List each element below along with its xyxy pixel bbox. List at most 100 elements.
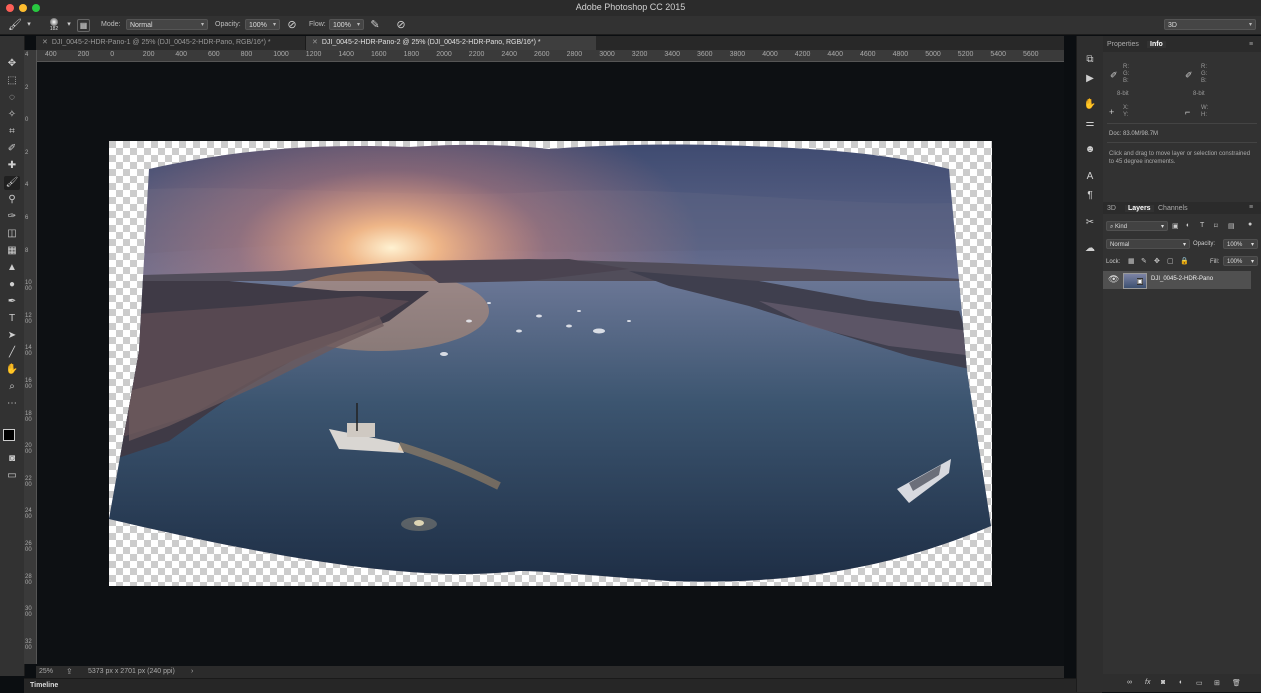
document-canvas[interactable] xyxy=(109,141,992,586)
share-icon[interactable]: ⇪ xyxy=(66,667,73,676)
foreground-color-swatch[interactable] xyxy=(3,429,15,441)
status-chevron-right-icon[interactable]: › xyxy=(191,668,193,675)
actions-play-icon[interactable]: ▶ xyxy=(1083,72,1097,86)
layer-filter-select[interactable]: ⌕ Kind ▾ xyxy=(1106,221,1168,231)
tools-icon[interactable]: ✂ xyxy=(1083,216,1097,230)
mode-select[interactable]: Normal ▾ xyxy=(126,19,208,30)
pressure-opacity-icon[interactable]: ⊘ xyxy=(285,18,299,32)
tab-info[interactable]: Info xyxy=(1147,41,1166,48)
flow-input[interactable]: 100% ▾ xyxy=(329,19,364,30)
type-tool-icon[interactable]: T xyxy=(4,312,20,326)
pressure-size-icon[interactable]: ⊘ xyxy=(394,18,408,32)
panel-menu-icon[interactable]: ≡ xyxy=(1249,41,1253,48)
gradient-tool-icon[interactable]: ▦ xyxy=(4,244,20,258)
new-layer-icon[interactable]: ⊞ xyxy=(1214,679,1220,687)
opacity-input[interactable]: 100% ▾ xyxy=(245,19,280,30)
crop-tool-icon[interactable]: ⌗ xyxy=(4,125,20,139)
hand-tool-icon[interactable]: ✋ xyxy=(4,363,20,377)
quick-selection-tool-icon[interactable]: ✧ xyxy=(4,108,20,122)
close-tab-icon[interactable]: ✕ xyxy=(312,39,318,46)
pen-tool-icon[interactable]: ✒ xyxy=(4,295,20,309)
lock-artboard-icon[interactable]: ▢ xyxy=(1167,257,1174,265)
close-tab-icon[interactable]: ✕ xyxy=(42,39,48,46)
lock-transparent-icon[interactable]: ▦ xyxy=(1128,257,1135,265)
airbrush-icon[interactable]: ✎ xyxy=(368,18,382,32)
history-icon[interactable]: ⧉ xyxy=(1083,53,1097,67)
ruler-tick-label: 2 xyxy=(25,149,29,156)
add-mask-icon[interactable]: ◙ xyxy=(1161,679,1165,686)
brush-tool-preset-icon[interactable]: 🖌 xyxy=(8,18,22,32)
filter-type-icon[interactable]: T xyxy=(1200,222,1204,229)
ruler-tick-label: 3000 xyxy=(25,606,32,619)
trash-icon[interactable]: 🗑 xyxy=(1232,679,1241,687)
info-panel-tabs: Properties Info ≡ xyxy=(1103,36,1261,52)
clone-stamp-tool-icon[interactable]: ⚲ xyxy=(4,193,20,207)
screen-mode-icon[interactable]: ▭ xyxy=(4,469,20,483)
paragraph-icon[interactable]: ¶ xyxy=(1083,189,1097,203)
tab-document-1[interactable]: ✕ DJI_0045-2-HDR-Pano-1 @ 25% (DJI_0045-2… xyxy=(36,36,306,50)
blend-mode-select[interactable]: Normal ▾ xyxy=(1106,239,1190,249)
brush-preset-picker[interactable]: 182 xyxy=(47,18,61,32)
filter-shape-icon[interactable]: ⌑ xyxy=(1214,222,1218,230)
lasso-tool-icon[interactable]: ◌ xyxy=(4,91,20,105)
vertical-ruler[interactable]: 4 2 0 2 4 6 8 1000 1200 1400 1600 1800 2000 2200 2400 2… xyxy=(24,50,37,664)
brush-settings-icon[interactable]: ✋ xyxy=(1083,98,1097,112)
timeline-label[interactable]: Timeline xyxy=(30,682,58,689)
zoom-tool-icon[interactable]: ⌕ xyxy=(4,380,20,394)
lock-all-icon[interactable]: 🔒 xyxy=(1180,257,1189,265)
filter-toggle-icon[interactable]: ● xyxy=(1248,221,1252,228)
more-tools-icon[interactable]: ⋯ xyxy=(4,397,20,411)
ruler-tick-label: 4000 xyxy=(762,51,778,58)
zoom-level[interactable]: 25% xyxy=(39,668,53,675)
line-tool-icon[interactable]: ╱ xyxy=(4,346,20,360)
healing-brush-tool-icon[interactable]: ✚ xyxy=(4,159,20,173)
preset-chevron-down-icon[interactable]: ▾ xyxy=(22,18,36,32)
lock-pixels-icon[interactable]: ✎ xyxy=(1141,257,1147,265)
filter-adjustment-icon[interactable]: ◐ xyxy=(1186,222,1190,229)
panel-menu-icon[interactable]: ≡ xyxy=(1249,204,1253,211)
layer-style-fx-icon[interactable]: fx xyxy=(1145,679,1150,686)
brush-tool-icon[interactable]: 🖌 xyxy=(4,176,20,190)
tab-channels[interactable]: Channels xyxy=(1158,205,1188,212)
filter-pixel-icon[interactable]: ▣ xyxy=(1172,222,1179,230)
layer-opacity-input[interactable]: 100% ▾ xyxy=(1223,239,1258,249)
lock-position-icon[interactable]: ✥ xyxy=(1154,257,1160,265)
user-icon[interactable]: ☻ xyxy=(1083,143,1097,157)
tab-3d[interactable]: 3D xyxy=(1107,205,1116,212)
link-layers-icon[interactable]: ∞ xyxy=(1127,679,1132,686)
layers-panel-tabs: 3D Layers Channels ≡ xyxy=(1103,202,1261,214)
tab-label: DJI_0045-2-HDR-Pano-2 @ 25% (DJI_0045-2-… xyxy=(321,39,541,46)
adjustments-icon[interactable]: ⚌ xyxy=(1083,117,1097,131)
tab-layers[interactable]: Layers xyxy=(1125,205,1154,212)
layer-row[interactable]: 👁 ▣ DJI_0045-2-HDR-Pano xyxy=(1103,271,1251,289)
brush-chevron-down-icon[interactable]: ▾ xyxy=(62,18,76,32)
ruler-tick-label: 200 xyxy=(77,51,90,58)
brush-panel-toggle-icon[interactable]: ▦ xyxy=(77,19,90,32)
marquee-tool-icon[interactable]: ⬚ xyxy=(4,74,20,88)
horizontal-ruler[interactable]: 400 200 0 200 400 600 800 1000 1200 1400 1600 1800 2… xyxy=(36,50,1064,62)
ruler-tick-label: 3200 xyxy=(25,638,32,651)
tab-properties[interactable]: Properties xyxy=(1107,41,1139,48)
new-group-icon[interactable]: ▭ xyxy=(1196,679,1203,687)
history-brush-tool-icon[interactable]: ✑ xyxy=(4,210,20,224)
filter-smart-object-icon[interactable]: ▤ xyxy=(1228,222,1235,230)
libraries-icon[interactable]: ☁ xyxy=(1083,242,1097,256)
path-selection-tool-icon[interactable]: ➤ xyxy=(4,329,20,343)
app-title: Adobe Photoshop CC 2015 xyxy=(575,2,686,12)
quick-mask-icon[interactable]: ◙ xyxy=(4,452,20,466)
dodge-tool-icon[interactable]: ● xyxy=(4,278,20,292)
workspace-select[interactable]: 3D ▾ xyxy=(1164,19,1256,30)
layer-name[interactable]: DJI_0045-2-HDR-Pano xyxy=(1151,276,1213,282)
fill-input[interactable]: 100% ▾ xyxy=(1223,256,1258,266)
ruler-tick-label: 4 xyxy=(25,182,29,189)
character-icon[interactable]: A xyxy=(1083,170,1097,184)
eyedropper-tool-icon[interactable]: ✐ xyxy=(4,142,20,156)
blur-tool-icon[interactable]: ▲ xyxy=(4,261,20,275)
tab-document-2[interactable]: ✕ DJI_0045-2-HDR-Pano-2 @ 25% (DJI_0045-2… xyxy=(306,36,596,50)
eraser-tool-icon[interactable]: ◫ xyxy=(4,227,20,241)
ruler-tick-label: 1000 xyxy=(273,51,289,58)
visibility-eye-icon[interactable]: 👁 xyxy=(1108,274,1119,285)
move-tool-icon[interactable]: ✥ xyxy=(4,57,20,71)
new-adjustment-layer-icon[interactable]: ◐ xyxy=(1179,679,1183,686)
ruler-tick-label: 400 xyxy=(175,51,188,58)
